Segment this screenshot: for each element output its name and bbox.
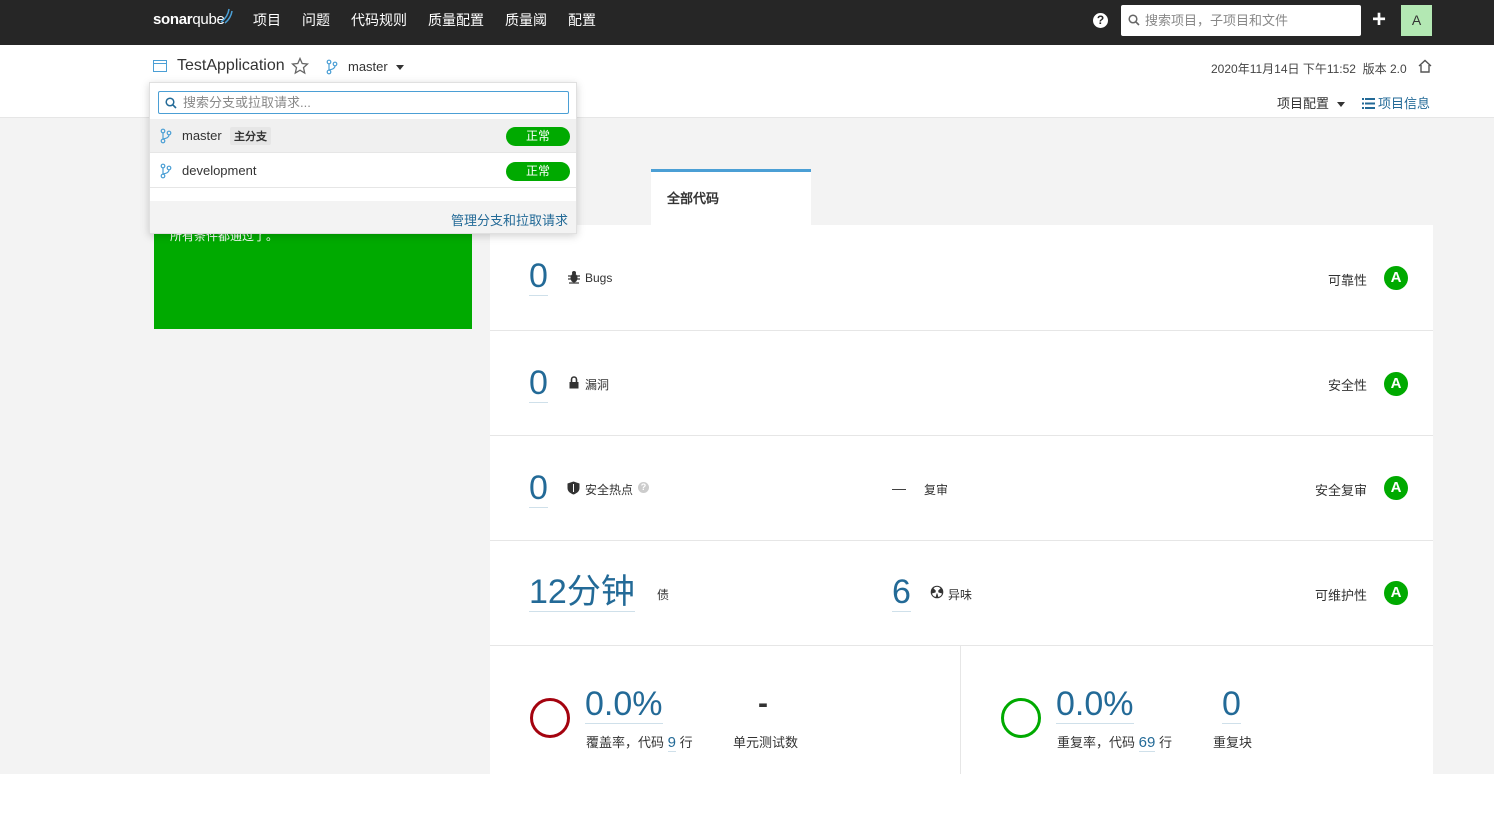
branch-name: master bbox=[182, 128, 222, 143]
debt-label: 债 bbox=[657, 588, 670, 602]
branch-name: development bbox=[182, 163, 257, 178]
coverage-label-suffix: 行 bbox=[679, 735, 693, 750]
coverage-label: 覆盖率，代码 9 行 bbox=[586, 732, 693, 752]
quality-gate-badge: 正常 bbox=[506, 127, 570, 146]
branch-selector[interactable]: master bbox=[348, 59, 404, 74]
add-icon[interactable]: + bbox=[1372, 8, 1386, 32]
duplicated-blocks-value[interactable]: 0 bbox=[1222, 687, 1241, 724]
duplication-value[interactable]: 0.0% bbox=[1056, 687, 1134, 724]
search-icon bbox=[1128, 14, 1140, 26]
coverage-lines[interactable]: 9 bbox=[667, 734, 676, 752]
global-search[interactable] bbox=[1121, 5, 1361, 36]
coverage-panel: 0.0% 覆盖率，代码 9 行 - 单元测试数 bbox=[490, 646, 961, 774]
project-icon bbox=[153, 60, 167, 72]
branch-selector-label: master bbox=[348, 59, 388, 74]
unit-tests-value: - bbox=[758, 687, 768, 720]
main-branch-badge: 主分支 bbox=[230, 127, 271, 145]
bugs-count[interactable]: 0 bbox=[529, 259, 548, 296]
duplication-label-suffix: 行 bbox=[1158, 735, 1172, 750]
sonarqube-logo[interactable]: sonarqube bbox=[153, 8, 233, 28]
reliability-label: 可靠性 bbox=[1327, 273, 1367, 288]
security-review-label: 安全复审 bbox=[1314, 483, 1367, 498]
branch-item-master[interactable]: master 主分支 正常 bbox=[150, 119, 576, 153]
hotspots-review-label: 复审 bbox=[924, 483, 949, 497]
main-nav: 项目 问题 代码规则 质量配置 质量阈 配置 bbox=[253, 0, 617, 45]
list-icon bbox=[1362, 98, 1375, 109]
home-icon[interactable] bbox=[1417, 58, 1433, 74]
quality-gate-badge: 正常 bbox=[506, 162, 570, 181]
maintainability-label: 可维护性 bbox=[1314, 588, 1367, 603]
tab-overall-code[interactable]: 全部代码 bbox=[651, 169, 811, 225]
duplication-label: 重复率，代码 69 行 bbox=[1057, 732, 1172, 752]
nav-rules[interactable]: 代码规则 bbox=[351, 0, 407, 45]
duplication-donut-icon bbox=[1001, 698, 1041, 738]
nav-quality-gates[interactable]: 质量阈 bbox=[505, 0, 547, 45]
bug-icon bbox=[568, 271, 580, 284]
project-info-link[interactable]: 项目信息 bbox=[1362, 93, 1430, 112]
branch-icon bbox=[160, 128, 172, 144]
debt-value[interactable]: 12分钟 bbox=[529, 575, 635, 612]
project-settings-menu[interactable]: 项目配置 bbox=[1277, 93, 1346, 112]
reliability-rating[interactable]: A bbox=[1384, 266, 1408, 290]
hotspots-label: 安全热点 bbox=[585, 483, 634, 497]
user-avatar[interactable]: A bbox=[1401, 5, 1432, 36]
project-name[interactable]: TestApplication bbox=[177, 57, 285, 75]
nav-quality-profiles[interactable]: 质量配置 bbox=[428, 0, 484, 45]
duplication-label-prefix: 重复率，代码 bbox=[1057, 735, 1136, 750]
global-search-input[interactable] bbox=[1145, 5, 1355, 36]
lock-icon bbox=[569, 376, 579, 389]
top-navigation-bar: sonarqube 项目 问题 代码规则 质量配置 质量阈 配置 ? + A bbox=[0, 0, 1494, 45]
chevron-down-icon bbox=[1337, 102, 1346, 108]
shield-icon bbox=[567, 481, 580, 495]
project-version: 版本 2.0 bbox=[1362, 62, 1407, 76]
bugs-label: Bugs bbox=[585, 271, 613, 285]
duplication-panel: 0.0% 重复率，代码 69 行 0 重复块 bbox=[961, 646, 1433, 774]
help-icon[interactable]: ? bbox=[1093, 13, 1108, 28]
coverage-value[interactable]: 0.0% bbox=[585, 687, 663, 724]
branch-search[interactable] bbox=[158, 91, 569, 114]
branch-icon bbox=[160, 163, 172, 179]
code-smells-label: 异味 bbox=[948, 588, 973, 602]
coverage-label-prefix: 覆盖率，代码 bbox=[586, 735, 665, 750]
logo-waves-icon bbox=[220, 8, 233, 24]
branch-icon bbox=[326, 59, 338, 75]
vulnerabilities-label: 漏洞 bbox=[585, 378, 610, 392]
chevron-down-icon bbox=[395, 65, 404, 71]
security-rating[interactable]: A bbox=[1384, 372, 1408, 396]
branch-search-input[interactable] bbox=[183, 92, 563, 113]
code-smell-icon bbox=[930, 585, 944, 599]
vulnerabilities-count[interactable]: 0 bbox=[529, 366, 548, 403]
maintainability-rating[interactable]: A bbox=[1384, 581, 1408, 605]
nav-issues[interactable]: 问题 bbox=[302, 0, 330, 45]
nav-projects[interactable]: 项目 bbox=[253, 0, 281, 45]
security-review-rating[interactable]: A bbox=[1384, 476, 1408, 500]
hotspots-review-value: — bbox=[892, 480, 906, 496]
duplication-lines[interactable]: 69 bbox=[1138, 734, 1156, 752]
coverage-donut-icon bbox=[530, 698, 570, 738]
branch-dropdown-footer: 管理分支和拉取请求 bbox=[150, 201, 576, 233]
hotspots-panel: 0 安全热点 ? — 复审 安全复审 A bbox=[490, 436, 1433, 541]
duplicated-blocks-label: 重复块 bbox=[1213, 735, 1253, 750]
analysis-meta: 2020年11月14日 下午11:52 版本 2.0 bbox=[1211, 60, 1407, 77]
unit-tests-label: 单元测试数 bbox=[733, 735, 799, 750]
code-smells-count[interactable]: 6 bbox=[892, 575, 911, 612]
logo-text-main: sonar bbox=[153, 11, 193, 28]
security-label: 安全性 bbox=[1327, 378, 1367, 393]
hotspots-count[interactable]: 0 bbox=[529, 471, 548, 508]
manage-branches-link[interactable]: 管理分支和拉取请求 bbox=[451, 210, 568, 229]
tab-overall-code-label: 全部代码 bbox=[667, 191, 720, 206]
project-info-label: 项目信息 bbox=[1378, 96, 1431, 111]
bugs-panel: 0 Bugs 可靠性 A bbox=[490, 225, 1433, 331]
branch-item-development[interactable]: development 正常 bbox=[150, 154, 576, 188]
maintainability-panel: 12分钟 债 6 异味 可维护性 A bbox=[490, 541, 1433, 646]
project-settings-label: 项目配置 bbox=[1277, 96, 1330, 111]
nav-administration[interactable]: 配置 bbox=[568, 0, 596, 45]
search-icon bbox=[165, 97, 177, 109]
vulnerabilities-panel: 0 漏洞 安全性 A bbox=[490, 331, 1433, 436]
help-question-icon[interactable]: ? bbox=[638, 482, 649, 493]
analysis-date: 2020年11月14日 下午11:52 bbox=[1211, 62, 1356, 76]
branch-dropdown: master 主分支 正常 development 正常 管理分支和拉取请求 bbox=[149, 82, 577, 234]
favorite-star-icon[interactable] bbox=[291, 57, 309, 75]
